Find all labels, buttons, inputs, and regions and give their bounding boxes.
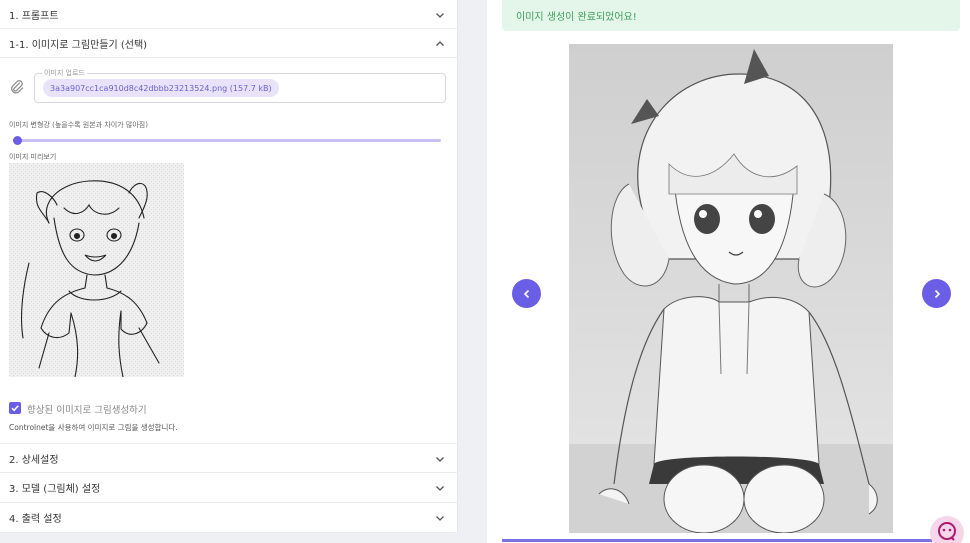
success-message: 이미지 생성이 완료되었어요! (516, 12, 637, 23)
image-upload-label: 이미지 업로드 (42, 68, 87, 78)
paperclip-icon[interactable] (10, 79, 24, 95)
uploaded-file-chip[interactable]: 3a3a907cc1ca910d8c42dbbb23213524.png (15… (43, 79, 279, 97)
generated-image[interactable] (569, 44, 893, 533)
section-prompt-header[interactable]: 1. 프롬프트 (0, 0, 458, 29)
progress-bar (502, 539, 932, 542)
section-image-to-image-label: 1-1. 이미지로 그림만들기 (선택) (9, 39, 148, 51)
strength-slider-track[interactable] (15, 139, 441, 142)
chevron-down-icon (434, 482, 446, 494)
section-detail-label: 2. 상세설정 (9, 454, 59, 466)
section-model-header[interactable]: 3. 모델 (그림체) 설정 (0, 473, 458, 503)
chevron-down-icon (434, 9, 446, 21)
preview-image (9, 163, 184, 377)
chevron-left-icon (521, 288, 533, 300)
section-output-header[interactable]: 4. 출력 설정 (0, 503, 458, 533)
section-detail-header[interactable]: 2. 상세설정 (0, 443, 458, 473)
settings-panel: 1. 프롬프트 1-1. 이미지로 그림만들기 (선택) 이미지 업로드 3a3… (0, 0, 458, 533)
section-image-to-image-header[interactable]: 1-1. 이미지로 그림만들기 (선택) (0, 29, 458, 58)
chat-bubble-icon (937, 521, 957, 543)
enhance-checkbox[interactable] (9, 402, 21, 414)
strength-slider-thumb[interactable] (13, 136, 22, 145)
preview-label: 이미지 미리보기 (9, 153, 57, 161)
next-image-button[interactable] (922, 279, 951, 308)
success-banner: 이미지 생성이 완료되었어요! (502, 0, 960, 31)
previous-image-button[interactable] (512, 279, 541, 308)
controlnet-helper-text: Controlnet을 사용하여 이미지로 그림을 생성합니다. (9, 423, 178, 432)
section-prompt-label: 1. 프롬프트 (9, 10, 59, 22)
enhance-checkbox-label[interactable]: 향상된 이미지로 그림생성하기 (27, 402, 147, 416)
section-output-label: 4. 출력 설정 (9, 514, 62, 525)
chevron-right-icon (931, 288, 943, 300)
chevron-up-icon (434, 38, 446, 50)
chat-button[interactable] (930, 516, 964, 543)
chevron-down-icon (434, 512, 446, 524)
strength-label: 이미지 변형강 (높을수록 원본과 차이가 많아짐) (9, 121, 148, 129)
chevron-down-icon (434, 453, 446, 465)
section-model-label: 3. 모델 (그림체) 설정 (9, 484, 101, 495)
